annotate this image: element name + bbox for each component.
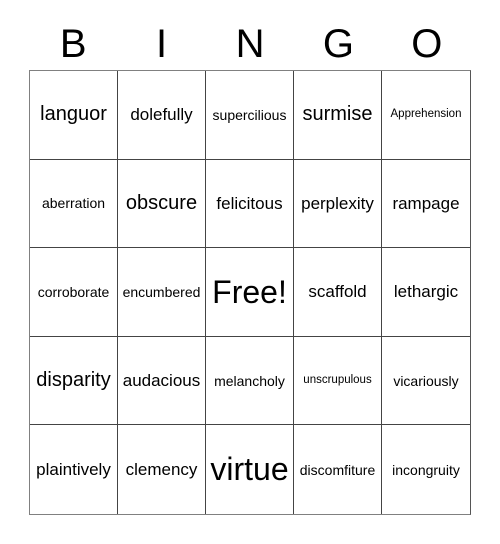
bingo-cell[interactable]: scaffold: [294, 248, 382, 337]
bingo-cell-label: discomfiture: [299, 461, 376, 478]
bingo-cell-label: surmise: [302, 103, 373, 126]
bingo-cell-free-space[interactable]: Free!: [206, 248, 294, 337]
bingo-cell-label: vicariously: [393, 372, 459, 389]
bingo-header-letter-b: B: [59, 22, 87, 66]
bingo-cell[interactable]: supercilious: [206, 71, 294, 160]
bingo-cell-label: obscure: [125, 191, 198, 214]
bingo-cell-label: incongruity: [392, 461, 460, 478]
bingo-cell-label: dolefully: [130, 105, 193, 125]
bingo-cell[interactable]: lethargic: [382, 248, 470, 337]
bingo-header-letter-g: G: [322, 22, 354, 66]
bingo-cell-label: disparity: [36, 369, 111, 392]
bingo-header-letter-i: I: [156, 22, 168, 66]
bingo-cell[interactable]: corroborate: [30, 248, 118, 337]
bingo-cell[interactable]: Apprehension: [382, 71, 470, 160]
bingo-card: B I N G O languor dolefully supercilious…: [0, 0, 500, 544]
bingo-cell-label: plaintively: [36, 459, 111, 479]
bingo-cell[interactable]: plaintively: [30, 425, 118, 514]
bingo-cell[interactable]: felicitous: [206, 159, 294, 249]
bingo-cell-label: virtue: [210, 451, 289, 488]
bingo-cell[interactable]: perplexity: [294, 159, 382, 249]
bingo-cell[interactable]: aberration: [30, 159, 118, 249]
bingo-cell-label: supercilious: [212, 106, 287, 123]
bingo-cell[interactable]: surmise: [294, 71, 382, 160]
bingo-cell-label: clemency: [125, 459, 198, 479]
bingo-cell-label: encumbered: [122, 283, 201, 300]
bingo-cell[interactable]: virtue: [206, 425, 294, 514]
bingo-cell[interactable]: disparity: [30, 336, 118, 426]
bingo-header-row: B I N G O: [29, 18, 471, 70]
bingo-cell[interactable]: melancholy: [206, 336, 294, 426]
bingo-cell-label: corroborate: [37, 283, 110, 300]
bingo-cell[interactable]: audacious: [118, 336, 206, 426]
bingo-cell-label: Apprehension: [390, 108, 462, 121]
bingo-free-space-label: Free!: [212, 273, 287, 310]
bingo-cell[interactable]: clemency: [118, 425, 206, 514]
bingo-cell[interactable]: languor: [30, 71, 118, 160]
bingo-cell-label: perplexity: [301, 193, 374, 213]
bingo-cell-label: aberration: [41, 195, 106, 212]
bingo-cell-label: scaffold: [308, 282, 367, 302]
bingo-cell-label: felicitous: [216, 193, 283, 213]
bingo-cell-label: melancholy: [214, 372, 285, 389]
bingo-cell[interactable]: discomfiture: [294, 425, 382, 514]
bingo-cell[interactable]: incongruity: [382, 425, 470, 514]
bingo-header-letter-n: N: [235, 22, 265, 66]
bingo-cell-label: audacious: [122, 370, 201, 390]
bingo-header-letter-o: O: [411, 22, 443, 66]
bingo-cell[interactable]: rampage: [382, 159, 470, 249]
bingo-grid: languor dolefully supercilious surmise A…: [29, 70, 471, 515]
bingo-cell[interactable]: obscure: [118, 159, 206, 249]
bingo-cell[interactable]: encumbered: [118, 248, 206, 337]
bingo-cell[interactable]: unscrupulous: [294, 336, 382, 426]
bingo-cell-label: unscrupulous: [303, 373, 372, 386]
bingo-cell-label: lethargic: [393, 282, 459, 302]
bingo-cell[interactable]: dolefully: [118, 71, 206, 160]
bingo-cell-label: rampage: [392, 193, 460, 213]
bingo-cell-label: languor: [40, 103, 107, 126]
bingo-cell[interactable]: vicariously: [382, 336, 470, 426]
